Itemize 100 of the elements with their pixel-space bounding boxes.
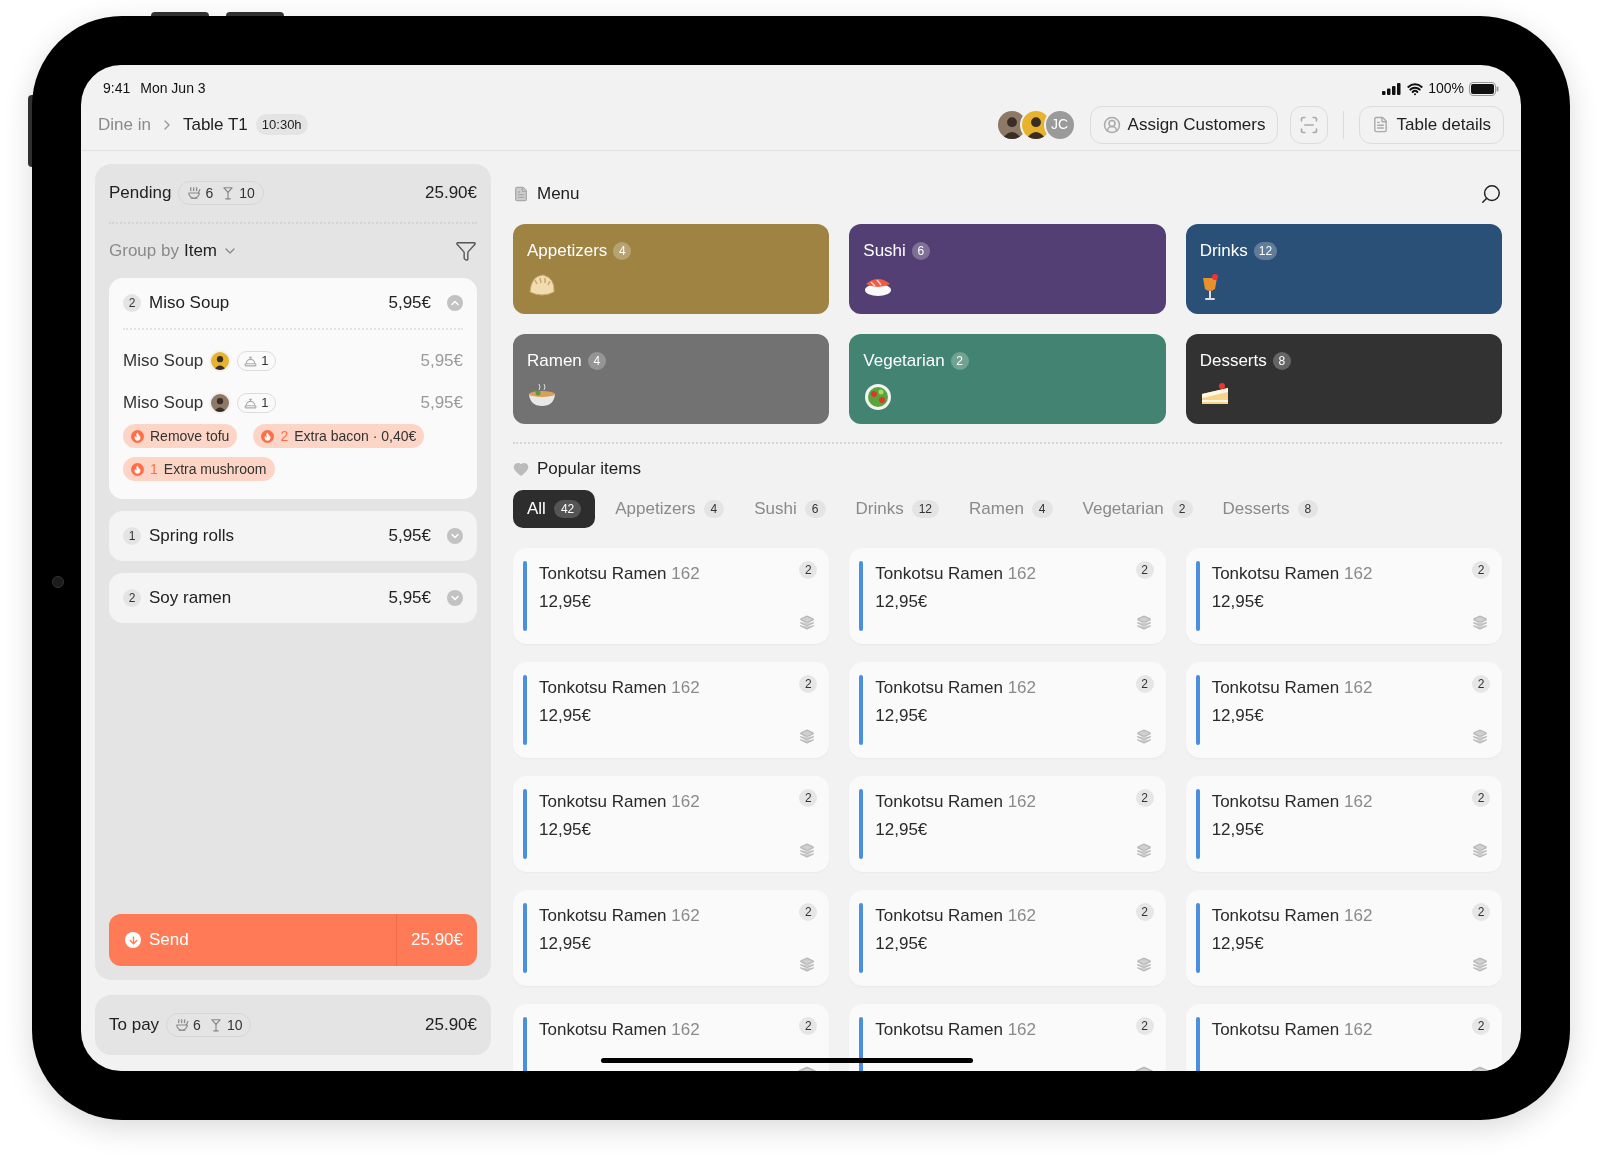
scan-icon: [1299, 114, 1320, 135]
category-tab[interactable]: Desserts 8: [1212, 489, 1329, 528]
layers-icon: [1470, 956, 1490, 972]
product-card[interactable]: Tonkotsu Ramen 162 2 12,95€: [849, 661, 1166, 758]
item-price: 12,95€: [875, 933, 929, 955]
product-card[interactable]: Tonkotsu Ramen 162 2 12,95€: [849, 889, 1166, 986]
expand-icon[interactable]: [447, 528, 463, 544]
category-tab[interactable]: Sushi 6: [744, 489, 836, 528]
item-count: 2: [1472, 1016, 1490, 1035]
item-code: 162: [671, 1019, 700, 1039]
product-card[interactable]: Tonkotsu Ramen 162 2 12,95€: [849, 547, 1166, 644]
category-tile[interactable]: Desserts 8: [1185, 334, 1502, 424]
item-count: 2: [1135, 902, 1154, 921]
category-tab[interactable]: Appetizers 4: [605, 489, 735, 528]
order-group[interactable]: 2 Miso Soup 5,95€ Miso Soup 1 5,95€ Miso Soup 1 5,95€ Remove tofu 2 Extra bacon · 0,40€ 1 Extra mushroom: [109, 278, 477, 499]
item-price: 12,95€: [1211, 819, 1265, 841]
breadcrumb-current: Table T1: [182, 113, 248, 136]
category-name: Sushi: [863, 240, 906, 262]
food-count: 6: [193, 1015, 201, 1035]
category-count: 8: [1272, 351, 1291, 370]
item-name: Tonkotsu Ramen: [875, 1019, 1003, 1039]
menu-icon: [513, 186, 529, 202]
item-code: 162: [1343, 905, 1373, 925]
assign-customers-button[interactable]: Assign Customers: [1089, 105, 1279, 144]
product-card[interactable]: Tonkotsu Ramen 162 2 12,95€: [1185, 661, 1502, 758]
category-count: 4: [613, 241, 632, 260]
popular-title: Popular items: [537, 458, 641, 480]
category-tile[interactable]: Drinks 12: [1185, 224, 1502, 314]
accent-bar: [523, 902, 527, 973]
status-date: Mon Jun 3: [140, 79, 206, 98]
category-tile[interactable]: Ramen 4: [513, 334, 830, 424]
item-count: 2: [1135, 560, 1154, 579]
item-price: 12,95€: [875, 705, 929, 727]
item-count: 2: [799, 560, 818, 579]
avatar: JC: [1043, 108, 1076, 141]
scan-button[interactable]: [1290, 105, 1329, 144]
category-tab[interactable]: All 42: [513, 489, 596, 528]
time-badge: 10:30h: [255, 113, 308, 136]
order-group[interactable]: 1 Spring rolls 5,95€: [109, 511, 477, 561]
item-name: Tonkotsu Ramen: [875, 905, 1003, 925]
product-card[interactable]: Tonkotsu Ramen 162 2 12,95€: [1185, 547, 1502, 644]
item-name: Tonkotsu Ramen: [539, 563, 667, 583]
item-count: 2: [1472, 902, 1490, 921]
customer-avatar: [209, 392, 232, 414]
item-price: 12,95€: [875, 591, 929, 613]
product-card[interactable]: Tonkotsu Ramen 162 2 12,95€: [513, 661, 830, 758]
group-by-dropdown[interactable]: Group by Item: [109, 238, 238, 264]
item-code: 162: [1343, 791, 1373, 811]
product-card[interactable]: Tonkotsu Ramen 162 2: [1185, 1003, 1502, 1071]
item-code: 162: [1343, 1019, 1373, 1039]
accent-bar: [859, 674, 864, 745]
category-tab[interactable]: Drinks 12: [845, 489, 950, 528]
line-count: 1: [261, 352, 269, 371]
layers-icon: [1470, 614, 1490, 630]
group-name: Miso Soup: [149, 292, 231, 315]
category-name: Drinks: [1199, 240, 1248, 262]
product-card[interactable]: Tonkotsu Ramen 162 2: [513, 1003, 830, 1071]
flame-icon: [131, 429, 144, 443]
product-card[interactable]: Tonkotsu Ramen 162 2: [849, 1003, 1166, 1071]
group-qty: 2: [123, 294, 141, 312]
item-count: 2: [799, 902, 818, 921]
line-price: 5,95€: [420, 392, 463, 415]
heart-icon: [513, 460, 529, 477]
category-count: 6: [911, 241, 930, 260]
product-card[interactable]: Tonkotsu Ramen 162 2 12,95€: [1185, 775, 1502, 872]
group-name: Soy ramen: [149, 587, 233, 610]
product-card[interactable]: Tonkotsu Ramen 162 2 12,95€: [513, 547, 830, 644]
cocktail-icon: [221, 186, 236, 200]
category-tab[interactable]: Vegetarian 2: [1072, 489, 1203, 528]
drink-count: 10: [239, 183, 255, 203]
product-card[interactable]: Tonkotsu Ramen 162 2 12,95€: [849, 775, 1166, 872]
item-count: 2: [799, 788, 818, 807]
item-price: 12,95€: [539, 705, 592, 727]
category-name: Vegetarian: [863, 350, 945, 372]
expand-icon[interactable]: [447, 590, 463, 606]
category-tile[interactable]: Appetizers 4: [513, 224, 830, 314]
product-card[interactable]: Tonkotsu Ramen 162 2 12,95€: [513, 775, 830, 872]
category-tile[interactable]: Vegetarian 2: [849, 334, 1166, 424]
status-time: 9:41: [103, 79, 131, 98]
filter-icon[interactable]: [455, 240, 477, 262]
collapse-icon[interactable]: [447, 295, 463, 311]
to-pay-title: To pay: [109, 1014, 160, 1037]
table-details-button[interactable]: Table details: [1359, 105, 1504, 144]
category-count: 4: [587, 351, 606, 370]
category-name: Appetizers: [527, 240, 608, 262]
item-count: 2: [1135, 788, 1154, 807]
category-tile[interactable]: Sushi 6: [849, 224, 1166, 314]
product-card[interactable]: Tonkotsu Ramen 162 2 12,95€: [1185, 889, 1502, 986]
accent-bar: [859, 788, 864, 859]
category-tab[interactable]: Ramen 4: [959, 489, 1063, 528]
order-group[interactable]: 2 Soy ramen 5,95€: [109, 573, 477, 623]
cocktail-icon: [208, 1018, 223, 1032]
item-code: 162: [1007, 677, 1036, 697]
signal-icon: [1382, 82, 1403, 95]
item-price: 12,95€: [1211, 591, 1265, 613]
search-icon[interactable]: [1480, 183, 1502, 205]
flame-icon: [131, 462, 144, 476]
item-name: Tonkotsu Ramen: [875, 791, 1003, 811]
product-card[interactable]: Tonkotsu Ramen 162 2 12,95€: [513, 889, 830, 986]
accent-bar: [1195, 674, 1200, 745]
